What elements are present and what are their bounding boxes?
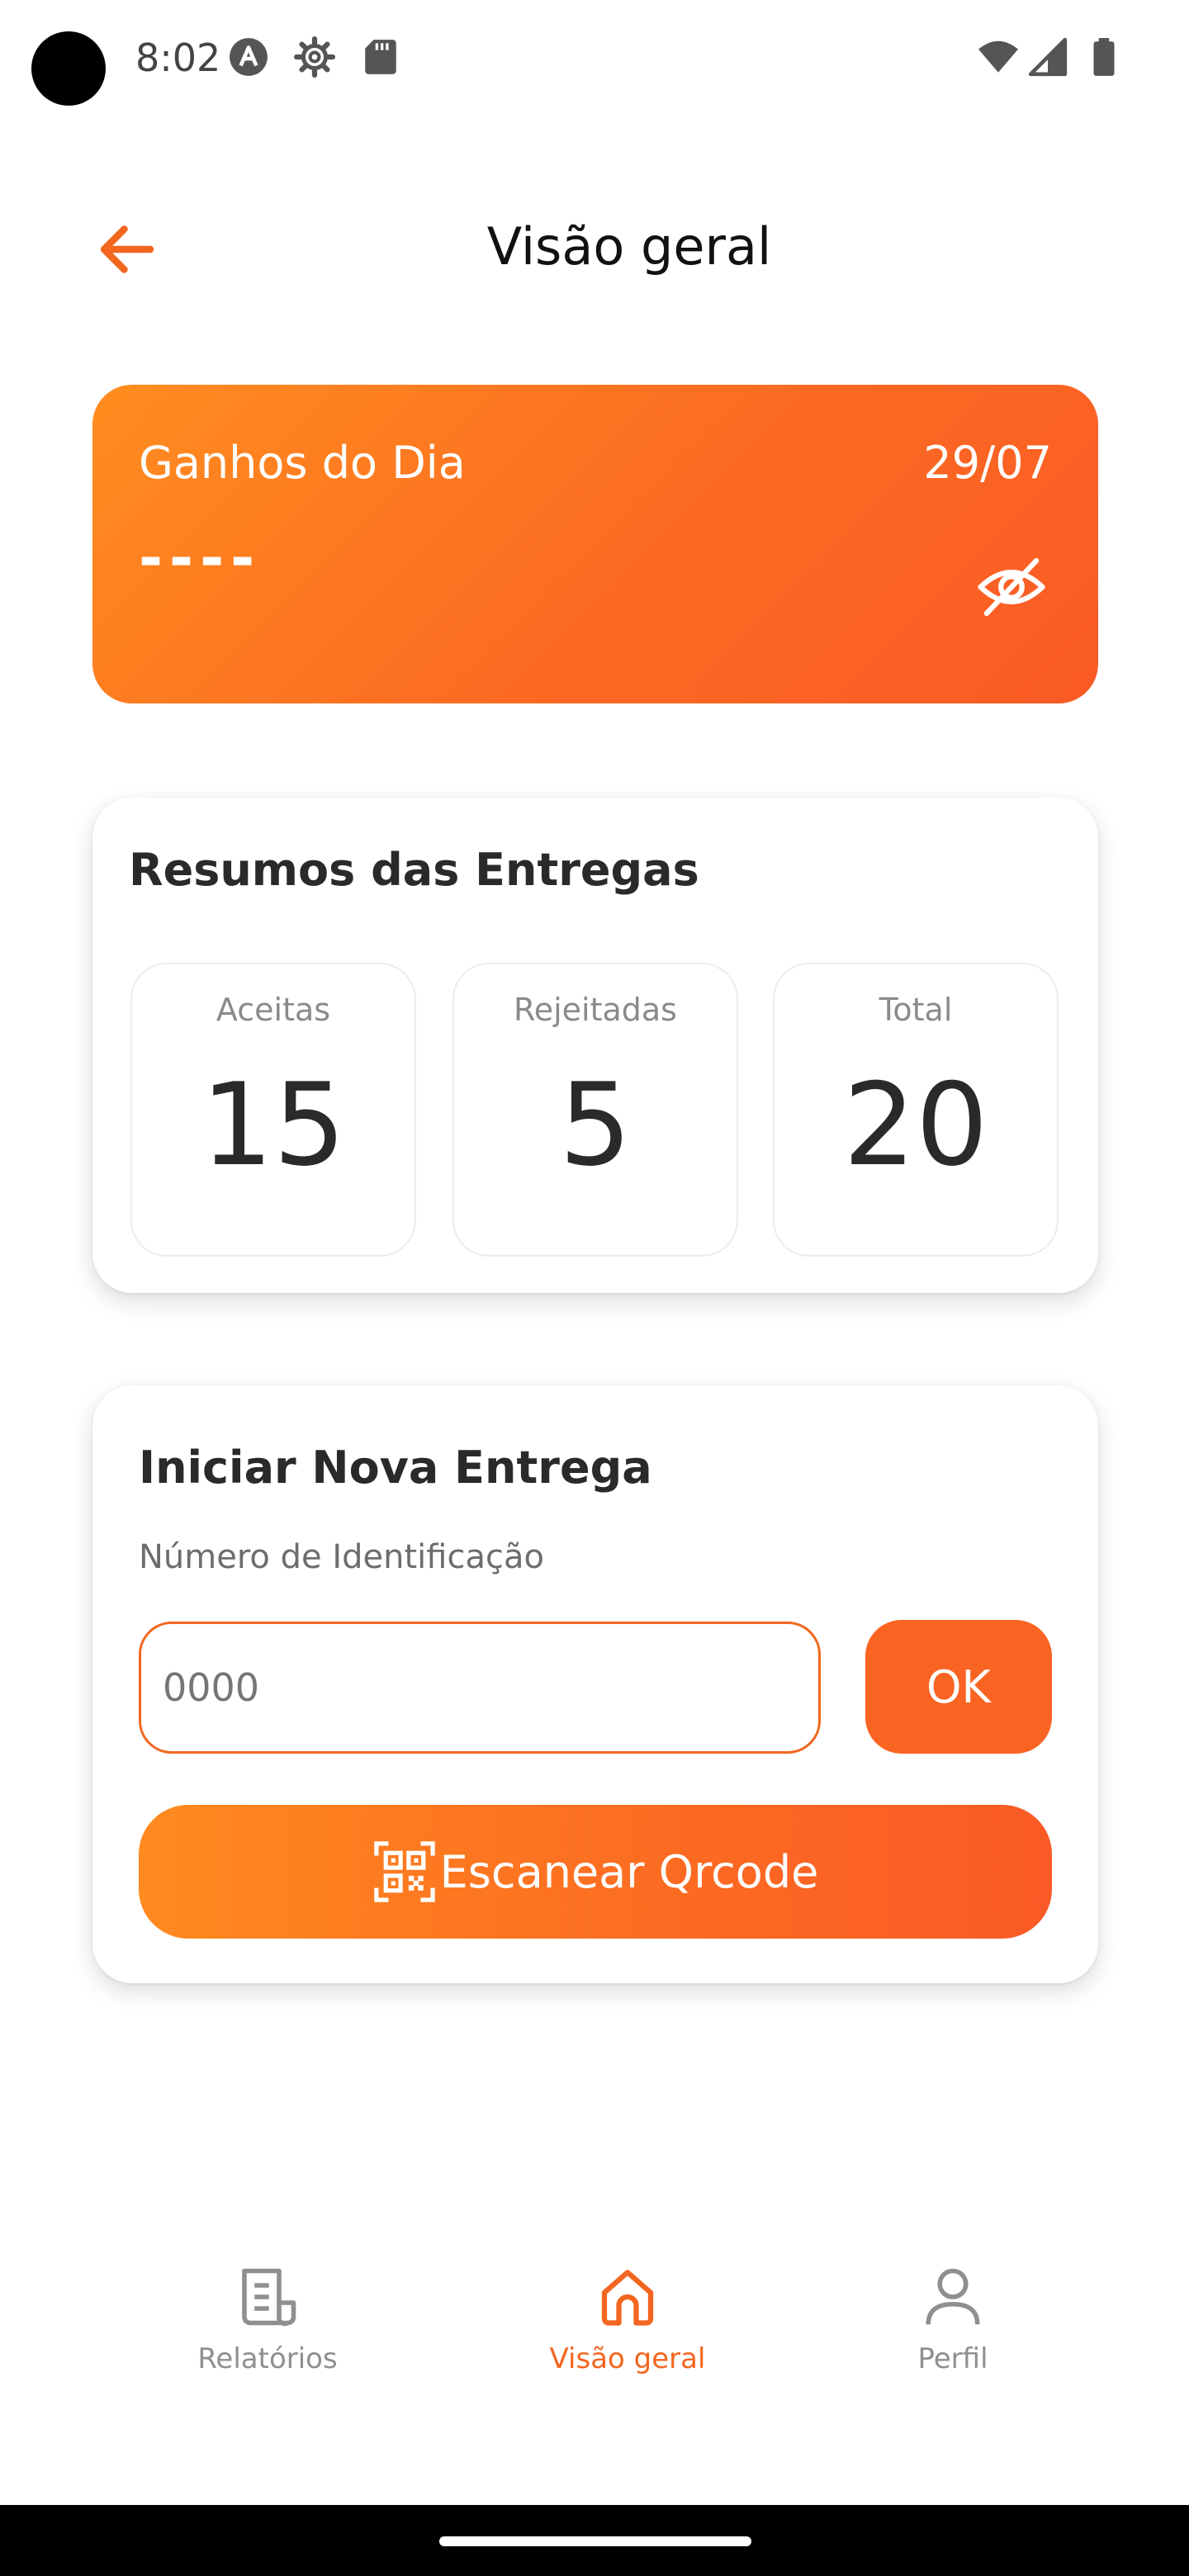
camera-cutout [31,31,106,106]
scan-qrcode-label: Escanear Qrcode [439,1845,819,1898]
stat-accepted: Aceitas 15 [130,963,416,1257]
new-delivery-title: Iniciar Nova Entrega [139,1442,652,1494]
new-delivery-card: Iniciar Nova Entrega Número de Identific… [92,1385,1098,1983]
sd-card-icon [365,40,396,74]
summary-title: Resumos das Entregas [129,844,699,896]
bottom-navigation: Relatórios Visão geral Perfil [0,2262,1189,2411]
daily-earnings-card: Ganhos do Dia 29/07 ---- [92,385,1098,703]
earnings-title: Ganhos do Dia [139,437,466,489]
signal-icon [1028,37,1068,77]
home-indicator[interactable] [439,2536,751,2546]
stat-rejected: Rejeitadas 5 [452,963,738,1257]
settings-gear-icon [294,36,335,78]
nav-item-overview[interactable]: Visão geral [504,2262,751,2411]
app-header: Visão geral [0,173,1189,322]
system-navigation-bar [0,2505,1189,2576]
nav-label-overview: Visão geral [549,2342,706,2375]
user-icon [926,2268,980,2325]
assistant-icon [230,38,268,76]
earnings-date: 29/07 [923,437,1052,489]
wifi-icon [978,40,1018,73]
stat-value: 20 [843,1058,988,1191]
stat-value: 5 [559,1058,632,1191]
battery-icon [1093,38,1115,76]
report-icon [242,2268,296,2327]
stat-label: Rejeitadas [514,992,677,1028]
stat-label: Aceitas [216,992,331,1028]
earnings-hidden-value: ---- [139,524,262,592]
id-field-label: Número de Identificação [139,1538,544,1576]
deliveries-summary-card: Resumos das Entregas Aceitas 15 Rejeitad… [92,798,1098,1293]
nav-label-reports: Relatórios [197,2342,338,2375]
nav-item-profile[interactable]: Perfil [829,2262,1077,2411]
nav-label-profile: Perfil [917,2342,988,2375]
qr-code-scan-icon [373,1841,435,1902]
status-bar: 8:02 [0,0,1189,124]
status-time: 8:02 [135,36,221,80]
page-title: Visão geral [486,216,772,277]
stat-total: Total 20 [773,963,1059,1257]
stat-value: 15 [201,1058,346,1191]
eye-off-icon[interactable] [974,550,1049,624]
scan-qrcode-button[interactable]: Escanear Qrcode [139,1805,1052,1939]
ok-button[interactable]: OK [865,1620,1052,1754]
stat-label: Total [879,992,953,1028]
home-icon [601,2270,654,2326]
nav-item-reports[interactable]: Relatórios [144,2262,391,2411]
id-number-input[interactable] [139,1622,821,1754]
